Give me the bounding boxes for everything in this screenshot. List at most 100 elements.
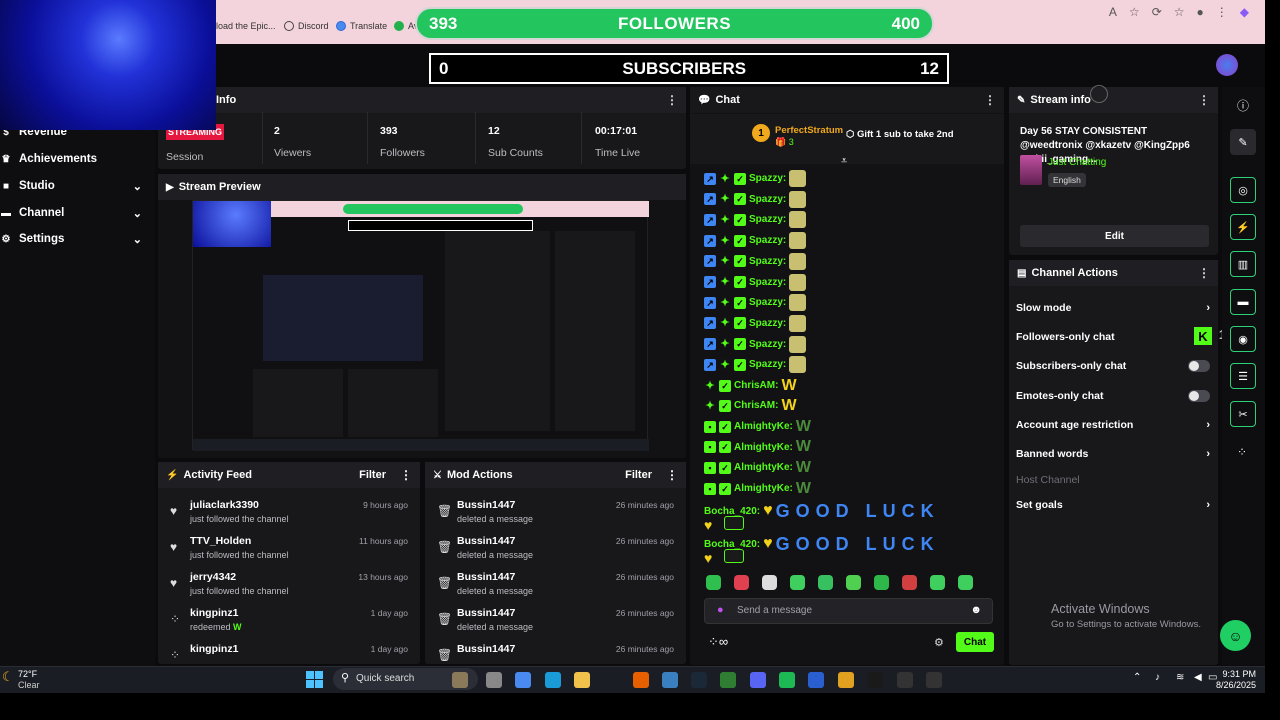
chat-username[interactable]: AlmightyKe: (734, 483, 793, 494)
chat-username[interactable]: Spazzy: (749, 277, 786, 288)
more-options-icon[interactable]: ⋮ (984, 93, 996, 107)
chat-username[interactable]: Spazzy: (749, 194, 786, 205)
tray-chevron-icon[interactable]: ⌃ (1133, 672, 1141, 683)
volume-icon[interactable]: ◀ (1194, 672, 1202, 683)
account-age-row[interactable]: Account age restriction › (1016, 415, 1216, 435)
chat-username[interactable]: ChrisAM: (734, 380, 778, 391)
chat-icon[interactable]: ▬ (1230, 289, 1256, 315)
grid-icon[interactable]: ⁘ (1237, 445, 1247, 459)
stream-preview-video[interactable] (192, 200, 649, 451)
clock-time[interactable]: 9:31 PM (1212, 669, 1256, 679)
favorite-star-icon[interactable]: ☆ (1129, 5, 1140, 19)
user-avatar[interactable] (1216, 54, 1238, 76)
game-icon[interactable] (662, 672, 678, 688)
chat-username[interactable]: Bocha_420: (704, 539, 760, 550)
chat-username[interactable]: AlmightyKe: (734, 462, 793, 473)
chat-username[interactable]: Spazzy: (749, 318, 786, 329)
top-gifter-name[interactable]: PerfectStratum (775, 125, 843, 136)
emote-icon[interactable] (958, 575, 973, 590)
emote-icon[interactable] (902, 575, 917, 590)
points-icon[interactable]: ⁘∞ (708, 634, 728, 650)
emotes-only-toggle[interactable] (1188, 390, 1210, 402)
chat-settings-icon[interactable]: ⚙ (934, 636, 944, 649)
sidebar-item-settings[interactable]: ⚙ Settings ⌄ (0, 228, 150, 250)
app-icon[interactable] (808, 672, 824, 688)
chat-username[interactable]: Spazzy: (749, 359, 786, 370)
copilot-icon[interactable] (515, 672, 531, 688)
wifi-icon[interactable]: ≋ (1176, 672, 1184, 683)
more-options-icon[interactable]: ⋮ (666, 93, 678, 107)
microphone-icon[interactable]: ♪ (1155, 672, 1160, 683)
followers-only-row[interactable]: Followers-only chatK1 (1016, 327, 1226, 347)
chat-username[interactable]: Spazzy: (749, 173, 786, 184)
chat-username[interactable]: ChrisAM: (734, 400, 778, 411)
profile-icon[interactable]: ● (1197, 5, 1204, 19)
banned-words-row[interactable]: Banned words › (1016, 444, 1216, 464)
favorites-icon[interactable]: ☆ (1174, 5, 1185, 19)
chat-username[interactable]: Spazzy: (749, 297, 786, 308)
steam-icon[interactable] (691, 672, 707, 688)
filter-button[interactable]: Filter (625, 469, 652, 481)
chat-username[interactable]: Spazzy: (749, 214, 786, 225)
document-icon[interactable]: ▥ (1230, 251, 1256, 277)
edge-icon[interactable] (545, 672, 561, 688)
emote-icon[interactable] (874, 575, 889, 590)
more-options-icon[interactable]: ⋮ (666, 468, 678, 482)
sidebar-item-studio[interactable]: ■ Studio ⌄ (0, 175, 150, 197)
refresh-icon[interactable]: ⟳ (1152, 5, 1162, 19)
emote-icon[interactable] (706, 575, 721, 590)
emote-icon[interactable] (790, 575, 805, 590)
read-aloud-icon[interactable]: A (1109, 5, 1117, 19)
cat-app-icon[interactable] (452, 672, 468, 688)
chat-username[interactable]: Spazzy: (749, 256, 786, 267)
edit-stream-button[interactable]: Edit (1020, 225, 1209, 247)
chat-username[interactable]: AlmightyKe: (734, 421, 793, 432)
set-goals-row[interactable]: Set goals › (1016, 495, 1216, 515)
clock-date[interactable]: 8/26/2025 (1208, 680, 1256, 690)
windows-start-icon[interactable] (306, 671, 323, 688)
collapse-icon[interactable]: ⩡ (841, 155, 847, 168)
more-options-icon[interactable]: ⋮ (1198, 266, 1210, 280)
spotify-icon[interactable] (779, 672, 795, 688)
obs-icon[interactable] (926, 672, 942, 688)
target-icon[interactable]: ◎ (1230, 177, 1256, 203)
discord-icon[interactable] (750, 672, 766, 688)
emote-icon[interactable] (846, 575, 861, 590)
chat-username[interactable]: AlmightyKe: (734, 442, 793, 453)
window-icon[interactable] (486, 672, 502, 688)
chat-username[interactable]: Bocha_420: (704, 506, 760, 517)
emote-icon[interactable] (930, 575, 945, 590)
subscribers-only-toggle[interactable] (1188, 360, 1210, 372)
pencil-icon[interactable]: ✎ (1230, 129, 1256, 155)
server-icon[interactable]: ☰ (1230, 363, 1256, 389)
slow-mode-row[interactable]: Slow mode › (1016, 298, 1216, 318)
lightning-icon[interactable]: ⚡ (1230, 214, 1256, 240)
emotes-only-row[interactable]: Emotes-only chat (1016, 386, 1216, 406)
category-link[interactable]: Just Chatting (1048, 157, 1106, 168)
valorant-icon[interactable] (720, 672, 736, 688)
more-options-icon[interactable]: ⋮ (400, 468, 412, 482)
bookmark-translate[interactable]: Translate (336, 21, 387, 31)
chat-input[interactable]: ● Send a message ☻ (704, 598, 993, 624)
chat-username[interactable]: Spazzy: (749, 339, 786, 350)
emote-icon[interactable] (818, 575, 833, 590)
epic-icon[interactable] (897, 672, 913, 688)
emote-icon[interactable] (734, 575, 749, 590)
firefox-icon[interactable] (633, 672, 649, 688)
terminal-icon[interactable] (867, 672, 883, 688)
menu-icon[interactable]: ⋮ (1216, 5, 1228, 19)
sidebar-item-achievements[interactable]: ♛ Achievements (0, 148, 150, 170)
emoji-icon[interactable]: ☻ (970, 604, 982, 616)
info-icon[interactable]: ⓘ (1237, 97, 1249, 114)
subscribers-only-row[interactable]: Subscribers-only chat (1016, 356, 1216, 376)
send-chat-button[interactable]: Chat (956, 632, 994, 652)
wrench-icon[interactable]: ✂ (1230, 401, 1256, 427)
folder-icon[interactable] (574, 672, 590, 688)
sidebar-item-channel[interactable]: ▬ Channel ⌄ (0, 202, 150, 224)
support-chat-icon[interactable]: ☺ (1220, 620, 1251, 651)
bookmark-discord[interactable]: Discord (284, 21, 329, 31)
filter-button[interactable]: Filter (359, 469, 386, 481)
copilot-icon[interactable]: ◆ (1240, 5, 1249, 19)
bookmark-1[interactable]: load the Epic... (216, 21, 276, 31)
broadcast-icon[interactable]: ◉ (1230, 326, 1256, 352)
